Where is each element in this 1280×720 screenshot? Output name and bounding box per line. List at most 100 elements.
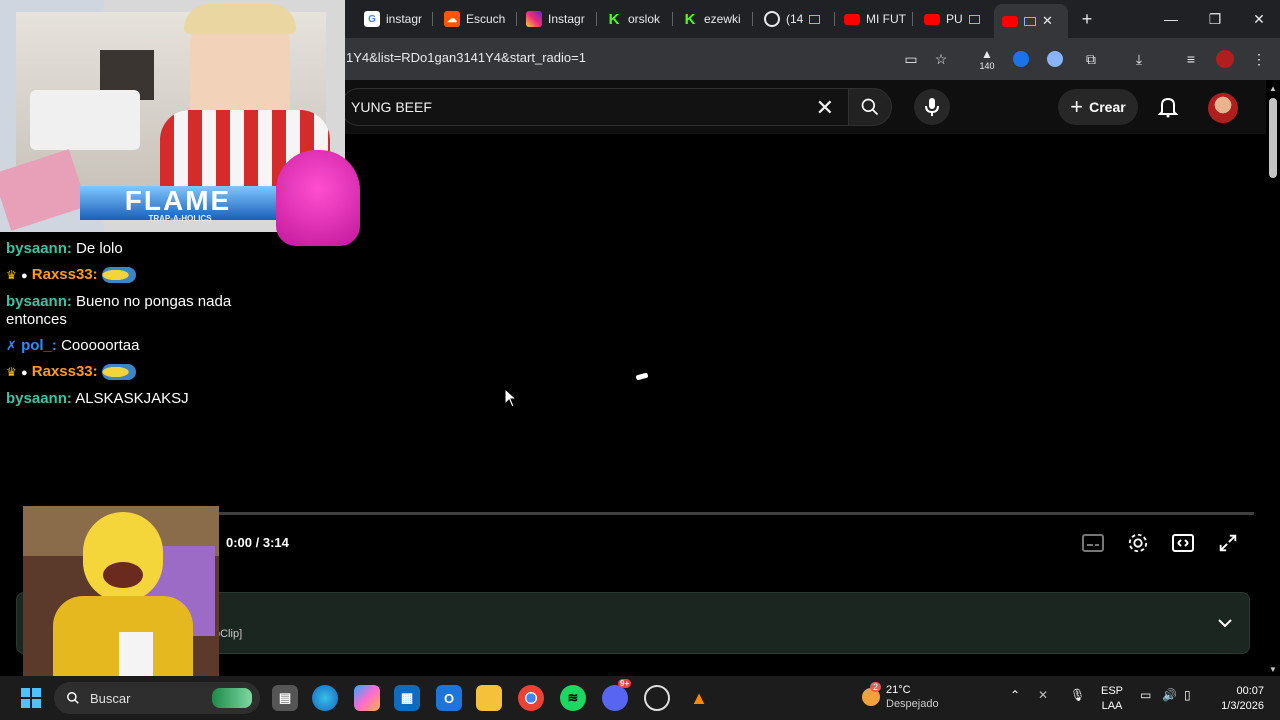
search-icon (861, 98, 879, 116)
tab-kick-orslok[interactable]: K orslok (598, 6, 670, 32)
tab-separator (432, 12, 433, 26)
scroll-up-icon[interactable]: ▲ (1269, 84, 1277, 93)
close-tab-icon[interactable]: ✕ (1042, 13, 1053, 29)
search-input[interactable]: YUNG BEEF ✕ (340, 88, 848, 126)
chat-username: Raxss33 (31, 363, 93, 380)
edge-icon[interactable] (312, 685, 338, 711)
battery-icon[interactable]: ▯ (1184, 688, 1191, 702)
tray-app-icon[interactable]: ✕ (1038, 688, 1048, 702)
volume-icon[interactable]: 🔊 (1162, 688, 1177, 702)
subtitles-icon[interactable] (1081, 532, 1105, 554)
vlc-icon[interactable]: ▲ (686, 685, 712, 711)
chat-username: pol_ (21, 337, 52, 354)
fullscreen-icon[interactable] (1216, 532, 1240, 554)
tab-instagram-search[interactable]: G instagr (356, 6, 430, 32)
tab-separator (834, 12, 835, 26)
obs-icon[interactable] (644, 685, 670, 711)
install-app-icon[interactable]: ▭ (900, 48, 922, 70)
extension-icon: ▲ (981, 47, 993, 61)
file-explorer-icon[interactable] (476, 685, 502, 711)
microphone-icon (925, 98, 939, 116)
chat-text: ALSKASKJAKSJ (75, 390, 189, 407)
download-icon[interactable]: ⤓ (1128, 48, 1150, 70)
search-button[interactable] (848, 88, 892, 126)
chat-username: bysaann (6, 293, 67, 310)
clock[interactable]: 00:07 1/3/2026 (1208, 684, 1264, 714)
media-controls-icon[interactable]: ≡ (1180, 48, 1202, 70)
tab-label: PU (946, 12, 963, 26)
instagram-icon (526, 11, 542, 27)
bed (30, 90, 140, 150)
chat-text: Cooooortaa (61, 337, 140, 354)
video-time: 0:00 / 3:14 (226, 535, 289, 550)
flame-logo-subtitle: TRAP-A-HOLICS (148, 214, 212, 223)
tab-kick-ezewki[interactable]: K ezewki (674, 6, 750, 32)
copilot-icon[interactable] (354, 685, 380, 711)
weather-widget[interactable]: 2 21°C Despejado (862, 682, 962, 714)
mafia-icon: ● (20, 367, 28, 379)
theater-mode-icon[interactable] (1171, 532, 1195, 554)
tab-youtube-pu[interactable]: PU (916, 6, 988, 32)
close-window-button[interactable]: ✕ (1248, 8, 1270, 30)
clear-search-icon[interactable]: ✕ (816, 95, 834, 121)
scrollbar-thumb[interactable] (1269, 98, 1277, 178)
spotify-icon[interactable]: ≋ (560, 685, 586, 711)
keyboard-language[interactable]: ESP LAA (1098, 684, 1126, 714)
tab-soundcloud[interactable]: ☁ Escuch (436, 6, 516, 32)
chrome-icon[interactable] (518, 685, 544, 711)
tab-label: (14 (786, 12, 804, 26)
chevron-down-icon[interactable] (1216, 614, 1234, 632)
tab-separator (516, 12, 517, 26)
profile-avatar-icon[interactable] (1214, 48, 1236, 70)
clock-time: 00:07 (1236, 685, 1264, 697)
outlook-icon[interactable]: O (436, 685, 462, 711)
soundcloud-icon: ☁ (444, 11, 460, 27)
lang-bottom: LAA (1101, 700, 1123, 712)
bookmark-star-icon[interactable]: ☆ (930, 48, 952, 70)
homer-gif-overlay (23, 506, 219, 680)
youtube-icon (1002, 15, 1018, 27)
settings-gear-icon[interactable] (1126, 532, 1150, 554)
restore-button[interactable]: ❐ (1204, 8, 1226, 30)
lens-extension-icon[interactable] (1044, 48, 1066, 70)
notifications-bell-icon[interactable] (1156, 95, 1180, 119)
scroll-down-icon[interactable]: ▼ (1269, 665, 1277, 674)
microphone-tray-icon[interactable]: 🎙 (1070, 688, 1085, 702)
account-avatar[interactable] (1208, 93, 1238, 123)
chat-message: bysaann: Bueno no pongas nada entonces (6, 293, 232, 328)
tab-youtube-active[interactable]: ✕ (994, 4, 1068, 38)
crown-icon: ♛ (6, 268, 17, 282)
weather-badge: 2 (870, 682, 882, 692)
network-icon[interactable]: ▭ (1140, 688, 1151, 702)
create-button[interactable]: + Crear (1058, 89, 1138, 125)
google-icon: G (364, 11, 380, 27)
page-scrollbar[interactable]: ▲ ▼ (1266, 80, 1280, 676)
new-tab-button[interactable]: + (1076, 8, 1098, 30)
tray-chevron-up-icon[interactable]: ⌃ (1010, 688, 1020, 702)
chat-username: bysaann (6, 240, 67, 257)
sword-icon: ✗ (6, 338, 17, 353)
voice-search-button[interactable] (914, 89, 950, 125)
taskbar-search[interactable]: Buscar (54, 682, 260, 714)
tab-separator (596, 12, 597, 26)
windows-taskbar: Buscar ▤ ▦ O ≋ 9+ ▲ 2 21°C Despejado ⌃ ✕… (0, 676, 1280, 720)
search-query-text: YUNG BEEF (351, 99, 432, 115)
gif-cup (119, 632, 153, 676)
crown-icon: ♛ (6, 365, 17, 379)
extensions-puzzle-icon[interactable]: ⧉ (1080, 48, 1102, 70)
windows-start-icon[interactable] (18, 685, 44, 711)
task-view-icon[interactable]: ▤ (272, 685, 298, 711)
tab-instagram[interactable]: Instagr (518, 6, 594, 32)
shazam-extension-icon[interactable] (1010, 48, 1032, 70)
chat-message: bysaann: De lolo (6, 240, 123, 257)
minimize-button[interactable]: — (1160, 8, 1182, 30)
tab-youtube-mi-fut[interactable]: MI FUT (836, 6, 910, 32)
media-pip-icon (968, 14, 980, 24)
address-bar-url[interactable]: 1Y4&list=RDo1gan3141Y4&start_radio=1 (346, 50, 586, 65)
tab-whatsapp[interactable]: (14 (756, 6, 828, 32)
discord-icon[interactable]: 9+ (602, 679, 632, 711)
tab-label: ezewki (704, 12, 741, 26)
browser-menu-icon[interactable]: ⋮ (1248, 48, 1270, 70)
microsoft-store-icon[interactable]: ▦ (394, 685, 420, 711)
extension-counter-icon[interactable]: ▲ 140 (976, 47, 998, 71)
